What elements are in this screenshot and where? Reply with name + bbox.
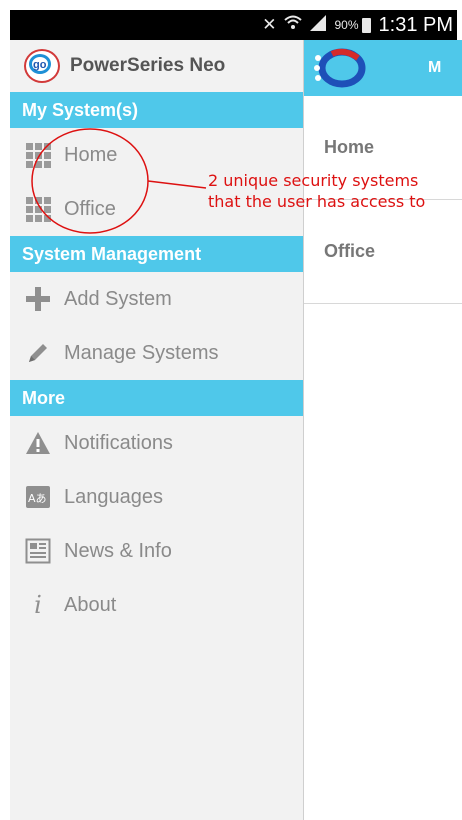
annotation-overlay [31, 128, 207, 234]
annotation-circle [31, 128, 149, 234]
annotation-pointer [147, 180, 207, 189]
annotation-text: 2 unique security systems that the user … [208, 171, 426, 211]
